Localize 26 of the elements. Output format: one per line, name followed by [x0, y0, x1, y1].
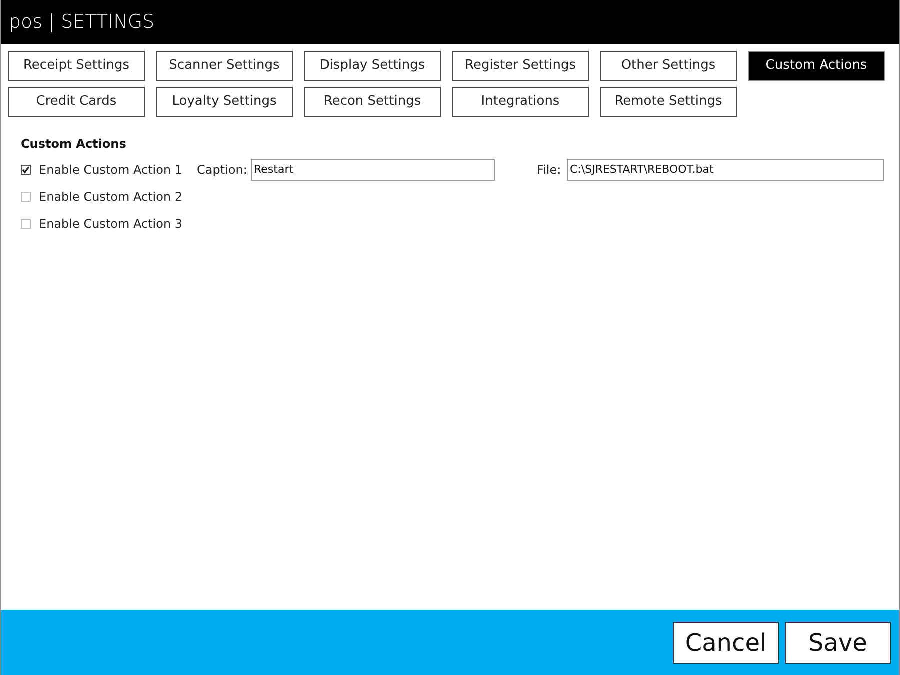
settings-tab[interactable]: Integrations [452, 87, 589, 117]
checkbox[interactable] [21, 218, 31, 228]
checkbox-label: Enable Custom Action 3 [39, 216, 183, 232]
cancel-button[interactable]: Cancel [673, 622, 779, 664]
checkbox[interactable] [21, 192, 31, 202]
settings-tab[interactable]: Loyalty Settings [156, 87, 293, 117]
settings-tab[interactable]: Credit Cards [8, 87, 145, 117]
caption-field[interactable]: Restart [251, 158, 495, 180]
settings-tab[interactable]: Recon Settings [304, 87, 441, 117]
file-field[interactable]: C:\SJRESTART\REBOOT.bat [567, 158, 884, 180]
window-title: pos | SETTINGS [9, 10, 155, 35]
file-label: File: [537, 162, 562, 178]
settings-tab[interactable]: Display Settings [304, 51, 441, 81]
settings-tab[interactable]: Other Settings [600, 51, 737, 81]
checkbox-label: Enable Custom Action 2 [39, 188, 183, 206]
checkbox-label: Enable Custom Action 1 [39, 162, 183, 178]
checkmark-icon [22, 166, 30, 174]
settings-tab[interactable]: Scanner Settings [156, 51, 293, 81]
save-button[interactable]: Save [785, 622, 891, 664]
settings-tab[interactable]: Receipt Settings [8, 51, 145, 81]
checkbox[interactable] [21, 164, 31, 174]
settings-tab[interactable]: Custom Actions [748, 51, 885, 81]
settings-tab[interactable]: Remote Settings [600, 87, 737, 117]
caption-label: Caption: [197, 162, 248, 178]
settings-tab[interactable]: Register Settings [452, 51, 589, 81]
section-heading: Custom Actions [21, 136, 128, 153]
